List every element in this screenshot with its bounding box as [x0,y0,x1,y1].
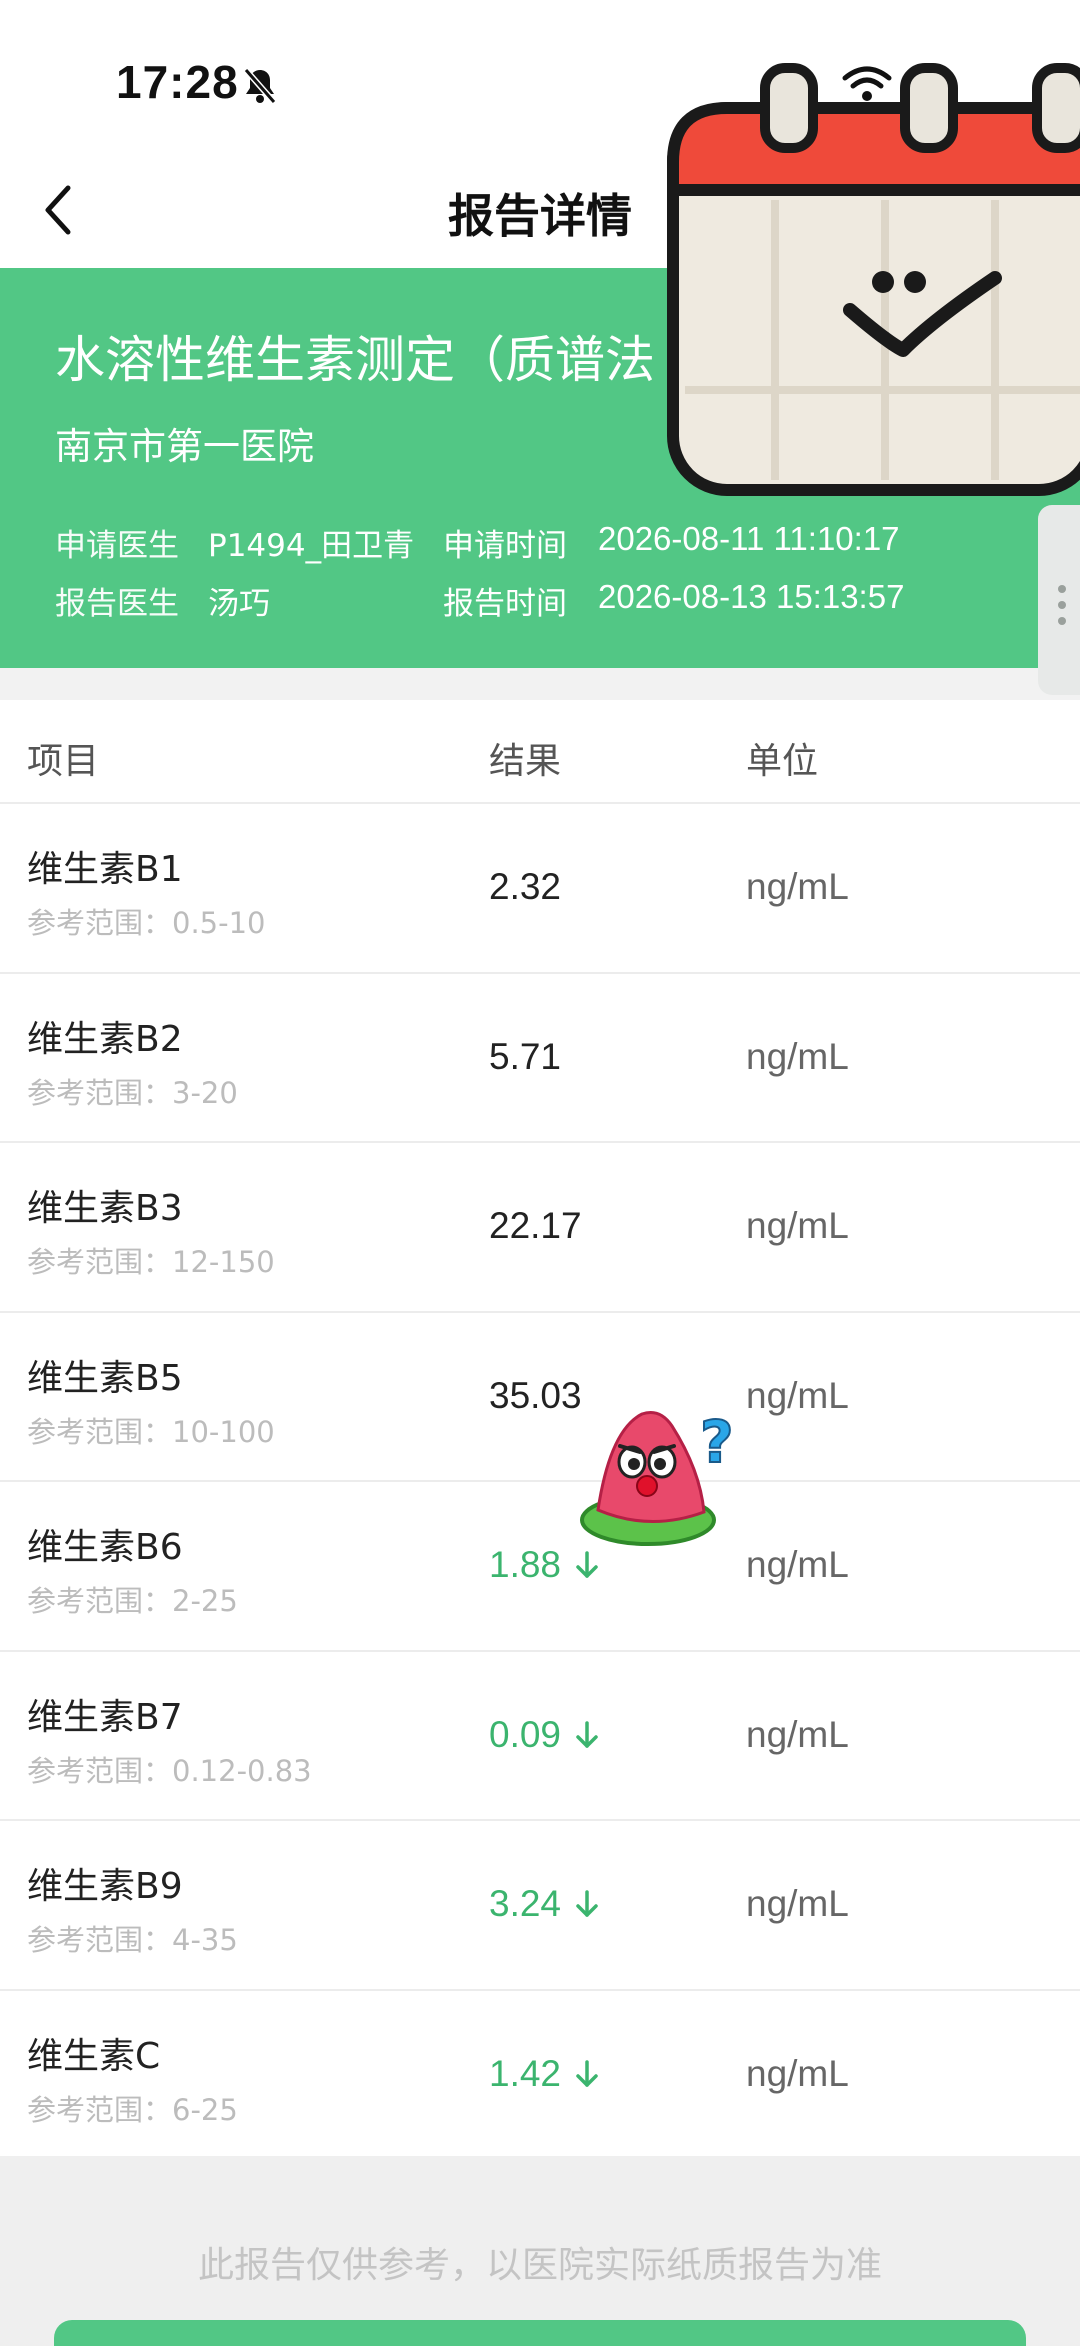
header-unit: 单位 [746,741,819,782]
item-result: 5.71 [489,1036,561,1078]
apply-doctor-value: P1494_田卫青 [208,528,415,564]
table-header: 项目 结果 单位 [0,700,1080,804]
item-unit: ng/mL [746,1883,849,1924]
item-unit: ng/mL [746,1713,849,1755]
item-result: 1.88 [489,1544,599,1586]
item-reference-range: 参考范围：12-150 [27,1245,275,1279]
item-reference-range: 参考范围：10-100 [27,1414,275,1449]
item-result: 0.09 [489,1714,599,1756]
item-result-value: 22.17 [489,1205,582,1246]
item-result-value: 35.03 [489,1374,582,1416]
item-name: 维生素B2 [27,1018,183,1060]
table-row[interactable]: 维生素B2 参考范围：3-20 5.71 ng/mL [0,974,1080,1143]
item-result-value: 1.42 [489,2052,562,2094]
item-unit: ng/mL [746,1205,849,1246]
item-name: 维生素B1 [27,849,183,890]
item-name: 维生素B6 [27,1527,183,1568]
apply-time-value: 2026-08-11 11:10:17 [598,520,900,557]
arrow-down-icon [576,1720,598,1748]
table-body: 维生素B1 参考范围：0.5-10 2.32 ng/mL 维生素B2 参考范围：3-20 5… [0,804,1080,2160]
watermelon-sticker-icon[interactable]: ? [580,1400,750,1550]
table-row[interactable]: 维生素C 参考范围：6-25 1.42 ng/mL [0,1991,1080,2161]
report-time-label: 报告时间 [443,586,567,622]
item-unit: ng/mL [746,2052,849,2094]
svg-text:?: ? [700,1408,734,1476]
item-unit: ng/mL [746,1374,849,1416]
apply-time-label: 申请时间 [443,528,567,564]
item-result: 1.42 [489,2053,599,2095]
arrow-down-icon [576,1890,598,1917]
disclaimer-text: 此报告仅供参考，以医院实际纸质报告为准 [197,2245,882,2286]
item-result: 35.03 [489,1375,582,1417]
header-result: 结果 [489,741,562,782]
item-reference-range: 参考范围：0.12-0.83 [27,1753,312,1788]
calendar-sticker-icon[interactable] [665,60,1080,500]
item-unit: ng/mL [746,1544,849,1585]
report-doctor-label: 报告医生 [55,586,179,622]
side-drag-handle[interactable] [1038,505,1080,695]
item-reference-range: 参考范围：6-25 [27,2092,238,2127]
report-detail-screen: 17:28 报告详情 水溶性维生素测定（质谱法 南京市第一医院 申请医生 P14… [0,0,1080,2346]
item-result: 2.32 [489,866,561,908]
report-doctor-value: 汤巧 [208,586,270,622]
item-result: 3.24 [489,1883,599,1925]
table-row[interactable]: 维生素B3 参考范围：12-150 22.17 ng/mL [0,1143,1080,1313]
arrow-down-icon [576,1551,598,1578]
item-result-value: 3.24 [489,1883,562,1924]
table-row[interactable]: 维生素B1 参考范围：0.5-10 2.32 ng/mL [0,804,1080,974]
arrow-down-icon [576,2059,598,2087]
table-row[interactable]: 维生素B9 参考范围：4-35 3.24 ng/mL [0,1821,1080,1991]
header-item: 项目 [27,741,100,782]
table-row[interactable]: 维生素B7 参考范围：0.12-0.83 0.09 ng/mL [0,1652,1080,1821]
item-name: 维生素B7 [27,1696,183,1738]
handle-dot [1058,585,1066,593]
bell-mute-icon [243,68,277,104]
item-result-value: 0.09 [489,1713,562,1755]
hospital-name: 南京市第一医院 [55,425,314,468]
table-row[interactable]: 维生素B5 参考范围：10-100 35.03 ng/mL [0,1313,1080,1482]
item-name: 维生素B9 [27,1866,183,1907]
report-time-value: 2026-08-13 15:13:57 [598,578,905,615]
item-result: 22.17 [489,1205,582,1247]
results-table: 项目 结果 单位 维生素B1 参考范围：0.5-10 2.32 ng/mL 维生素B2 参… [0,700,1080,2160]
item-result-value: 5.71 [489,1035,562,1077]
item-reference-range: 参考范围：0.5-10 [27,906,266,940]
handle-dot [1058,617,1066,625]
apply-doctor-label: 申请医生 [55,528,179,564]
item-name: 维生素C [27,2035,161,2077]
item-unit: ng/mL [746,1035,849,1077]
item-reference-range: 参考范围：2-25 [27,1584,238,1618]
status-time: 17:28 [116,56,239,108]
footer: 此报告仅供参考，以医院实际纸质报告为准 [0,2156,1080,2346]
table-row[interactable]: 维生素B6 参考范围：2-25 1.88 ng/mL [0,1482,1080,1652]
item-result-value: 2.32 [489,866,562,907]
report-title: 水溶性维生素测定（质谱法 [55,331,655,389]
item-result-value: 1.88 [489,1544,562,1585]
item-unit: ng/mL [746,866,849,907]
item-name: 维生素B3 [27,1188,183,1229]
section-divider [0,668,1080,700]
item-name: 维生素B5 [27,1357,183,1399]
handle-dot [1058,601,1066,609]
item-reference-range: 参考范围：3-20 [27,1075,238,1110]
bottom-action-button[interactable] [54,2320,1026,2346]
item-reference-range: 参考范围：4-35 [27,1923,238,1957]
